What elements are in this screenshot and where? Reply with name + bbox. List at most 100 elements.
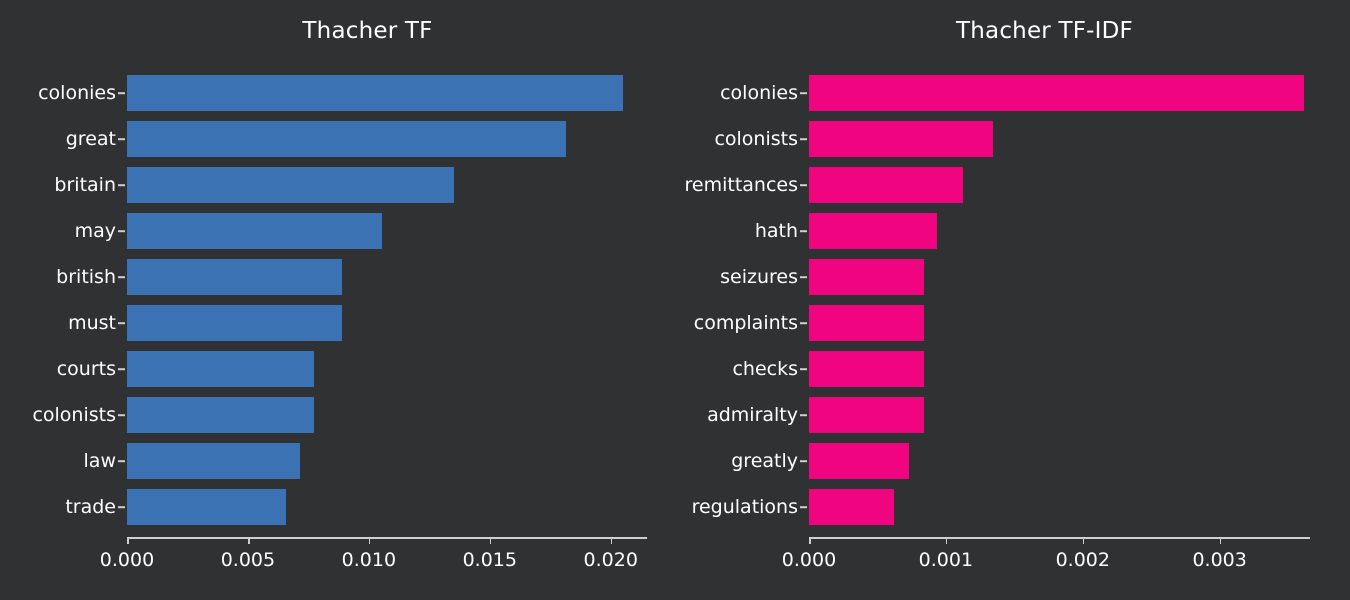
x-axis-tick-label: 0.010 (341, 549, 397, 571)
x-axis-tick-label: 0.001 (918, 549, 974, 571)
y-axis-tick-label: remittances (684, 174, 799, 196)
x-axis-line (809, 537, 1310, 539)
y-axis-tick-label: great (65, 128, 116, 150)
y-axis-tick-mark (800, 506, 807, 508)
y-axis-tick-label: seizures (720, 266, 798, 288)
y-axis-tick-label: trade (65, 496, 116, 518)
bar (809, 167, 963, 203)
bar-row: must (68, 300, 647, 346)
bar-row: checks (732, 346, 1309, 392)
bar-row: trade (65, 484, 647, 530)
bar-row: british (56, 254, 647, 300)
x-axis-tick-mark (127, 537, 129, 544)
bar (127, 167, 454, 203)
x-axis-tick-label: 0.020 (583, 549, 638, 571)
y-axis-tick-mark (800, 322, 807, 324)
bar-row: regulations (692, 484, 1309, 530)
bar (809, 121, 994, 157)
bar-row: great (66, 116, 647, 162)
x-axis-tick-mark (368, 537, 371, 544)
bar (127, 305, 342, 341)
y-axis-tick-mark (118, 230, 125, 232)
y-axis-tick-label: law (83, 450, 116, 472)
bar-row: admiralty (707, 392, 1309, 438)
y-axis-tick-mark (118, 138, 125, 140)
y-axis-tick-label: checks (732, 358, 798, 380)
x-axis-tick-mark (1082, 537, 1085, 544)
y-axis-tick-label: colonies (38, 82, 116, 104)
x-axis-tick-label: 0.005 (220, 549, 276, 571)
y-axis-tick-mark (800, 414, 807, 416)
x-axis-tick-label: 0.015 (462, 549, 517, 571)
bar (127, 213, 383, 249)
x-axis-line (127, 537, 647, 539)
bar (809, 397, 925, 433)
y-axis-tick-mark (118, 460, 125, 462)
y-axis-tick-mark (118, 92, 125, 94)
x-axis-tick-mark (945, 537, 948, 544)
axes-tfidf: colonies colonists remittances hath seizures… (675, 0, 1350, 600)
y-axis-tick-label: complaints (693, 312, 798, 334)
bar-row: law (84, 438, 647, 484)
y-axis-tick-mark (800, 92, 807, 94)
bar-row: hath (755, 208, 1309, 254)
x-axis-tick-mark (489, 537, 492, 544)
bar-row: colonists (714, 116, 1309, 162)
bar-row: britain (54, 162, 647, 208)
bar-row: may (75, 208, 647, 254)
bar (809, 489, 894, 525)
y-axis-tick-label: may (74, 220, 116, 242)
y-axis-tick-label: regulations (691, 496, 798, 518)
y-axis-tick-mark (800, 138, 807, 140)
bar (127, 351, 315, 387)
y-axis-tick-label: courts (56, 358, 116, 380)
y-axis-tick-label: colonists (714, 128, 798, 150)
y-axis-tick-label: greatly (731, 450, 798, 472)
y-axis-tick-label: britain (54, 174, 116, 196)
y-axis-tick-mark (800, 460, 807, 462)
bar (809, 213, 937, 249)
bar (127, 121, 567, 157)
x-axis-tick-label: 0.002 (1055, 549, 1110, 571)
bar-row: seizures (720, 254, 1309, 300)
axes-tf: colonies great britain may british must courts… (0, 0, 675, 600)
y-axis-tick-mark (118, 322, 125, 324)
y-axis-tick-label: british (56, 266, 116, 288)
bar-row: courts (57, 346, 647, 392)
bar (809, 259, 925, 295)
bar-row: colonists (32, 392, 647, 438)
y-axis-tick-mark (800, 276, 807, 278)
bar-row: complaints (694, 300, 1309, 346)
bar-group-tf: colonies great britain may british must courts… (32, 70, 647, 530)
y-axis-tick-mark (800, 184, 807, 186)
figure: Thacher TF colonies great britain may britis… (0, 0, 1350, 600)
y-axis-tick-label: hath (754, 220, 798, 242)
bar (127, 397, 315, 433)
x-axis-tick-label: 0.000 (99, 549, 155, 571)
y-axis-tick-label: colonists (32, 404, 116, 426)
y-axis-tick-label: colonies (720, 82, 798, 104)
bar (809, 351, 925, 387)
y-axis-tick-mark (118, 414, 125, 416)
y-axis-tick-mark (118, 184, 125, 186)
bar (809, 443, 910, 479)
bar (127, 75, 623, 111)
bar-row: colonies (38, 70, 647, 116)
x-axis-tick-mark (247, 537, 250, 544)
bar-row: remittances (685, 162, 1309, 208)
bar (809, 305, 925, 341)
y-axis-tick-mark (118, 276, 125, 278)
bar-row: colonies (720, 70, 1309, 116)
y-axis-tick-label: admiralty (707, 404, 798, 426)
y-axis-tick-mark (800, 368, 807, 370)
chart-panel-tf: Thacher TF colonies great britain may britis… (0, 0, 675, 600)
bar (127, 259, 342, 295)
x-axis-tick-mark (610, 537, 613, 544)
x-axis-tick-label: 0.003 (1192, 549, 1247, 571)
bar (809, 75, 1305, 111)
y-axis-tick-label: must (68, 312, 116, 334)
y-axis-tick-mark (118, 368, 125, 370)
bar-row: greatly (731, 438, 1309, 484)
y-axis-tick-mark (800, 230, 807, 232)
x-axis-tick-mark (1219, 537, 1222, 544)
